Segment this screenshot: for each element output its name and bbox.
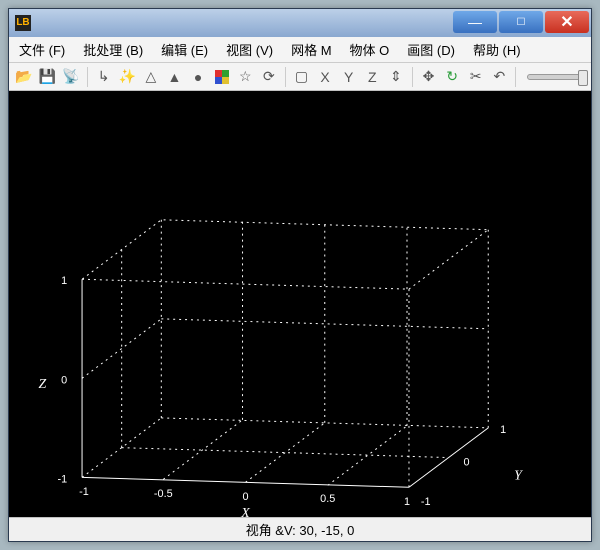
save-icon[interactable]: 💾 xyxy=(37,66,59,88)
updown-icon[interactable]: ⇕ xyxy=(385,66,407,88)
x-tick-m05: -0.5 xyxy=(154,488,173,500)
slider-thumb-icon[interactable] xyxy=(578,70,588,86)
minimize-button[interactable]: — xyxy=(453,11,497,33)
app-icon: LB xyxy=(15,15,31,31)
box-icon[interactable]: ▢ xyxy=(291,66,313,88)
z-tick-m1: -1 xyxy=(58,473,68,485)
statusbar: 视角 &V: 30, -15, 0 xyxy=(9,517,591,541)
toolbar: 📂 💾 📡 ↳ ✨ △ ▲ ● ☆ ⟳ ▢ X Y Z ⇕ ✥ ↻ ✂ ↶ xyxy=(9,63,591,91)
menu-batch[interactable]: 批处理 (B) xyxy=(79,38,147,61)
light-icon[interactable]: ✨ xyxy=(116,66,138,88)
toolbar-separator xyxy=(412,67,413,87)
y-axis-label: Y xyxy=(514,467,523,482)
app-window: LB — ☐ ✕ 文件 (F) 批处理 (B) 编辑 (E) 视图 (V) 网格… xyxy=(8,8,592,542)
x-tick-p1: 1 xyxy=(404,496,410,508)
menubar: 文件 (F) 批处理 (B) 编辑 (E) 视图 (V) 网格 M 物体 O 画… xyxy=(9,37,591,63)
blob-icon[interactable]: ● xyxy=(187,66,209,88)
menu-file[interactable]: 文件 (F) xyxy=(15,38,69,61)
titlebar[interactable]: LB — ☐ ✕ xyxy=(9,9,591,37)
z-tick-1: 1 xyxy=(61,275,67,287)
3d-viewport[interactable]: 1 0 -1 Z -1 -0.5 0 0.5 1 X -1 0 1 Y xyxy=(9,91,591,517)
menu-edit[interactable]: 编辑 (E) xyxy=(157,38,212,61)
triangle-icon[interactable]: △ xyxy=(140,66,162,88)
z-axis-label: Z xyxy=(39,376,47,391)
status-text: 视角 &V: 30, -15, 0 xyxy=(246,520,355,539)
menu-grid[interactable]: 网格 M xyxy=(287,38,335,61)
y-axis-icon[interactable]: Y xyxy=(338,66,360,88)
menu-view[interactable]: 视图 (V) xyxy=(222,38,277,61)
x-tick-0: 0 xyxy=(242,491,248,503)
z-tick-0: 0 xyxy=(61,374,67,386)
menu-object[interactable]: 物体 O xyxy=(346,38,394,61)
refresh-icon[interactable]: ⟳ xyxy=(258,66,280,88)
open-icon[interactable]: 📂 xyxy=(13,66,35,88)
antenna-icon[interactable]: 📡 xyxy=(60,66,82,88)
scissors-icon[interactable]: ✂ xyxy=(465,66,487,88)
maximize-button[interactable]: ☐ xyxy=(499,11,543,33)
menu-help[interactable]: 帮助 (H) xyxy=(469,38,525,61)
zoom-slider[interactable] xyxy=(527,74,587,80)
x-tick-p05: 0.5 xyxy=(320,493,335,505)
x-axis-label: X xyxy=(240,505,250,517)
undo-icon[interactable]: ↶ xyxy=(489,66,511,88)
x-tick-m1: -1 xyxy=(79,486,89,498)
3d-plot: 1 0 -1 Z -1 -0.5 0 0.5 1 X -1 0 1 Y xyxy=(9,91,591,517)
reload-icon[interactable]: ↻ xyxy=(441,66,463,88)
x-axis-icon[interactable]: X xyxy=(314,66,336,88)
triangle2-icon[interactable]: ▲ xyxy=(164,66,186,88)
move-icon[interactable]: ✥ xyxy=(418,66,440,88)
toolbar-separator xyxy=(285,67,286,87)
toolbar-separator xyxy=(515,67,516,87)
menu-plot[interactable]: 画图 (D) xyxy=(403,38,459,61)
close-button[interactable]: ✕ xyxy=(545,11,589,33)
toolbar-separator xyxy=(87,67,88,87)
y-tick-p1: 1 xyxy=(500,424,506,436)
palette-icon[interactable] xyxy=(211,66,233,88)
window-controls: — ☐ ✕ xyxy=(453,9,591,37)
axis-icon[interactable]: ↳ xyxy=(93,66,115,88)
y-tick-m1: -1 xyxy=(421,496,431,508)
z-axis-icon[interactable]: Z xyxy=(362,66,384,88)
y-tick-0: 0 xyxy=(463,456,469,468)
star-icon[interactable]: ☆ xyxy=(234,66,256,88)
